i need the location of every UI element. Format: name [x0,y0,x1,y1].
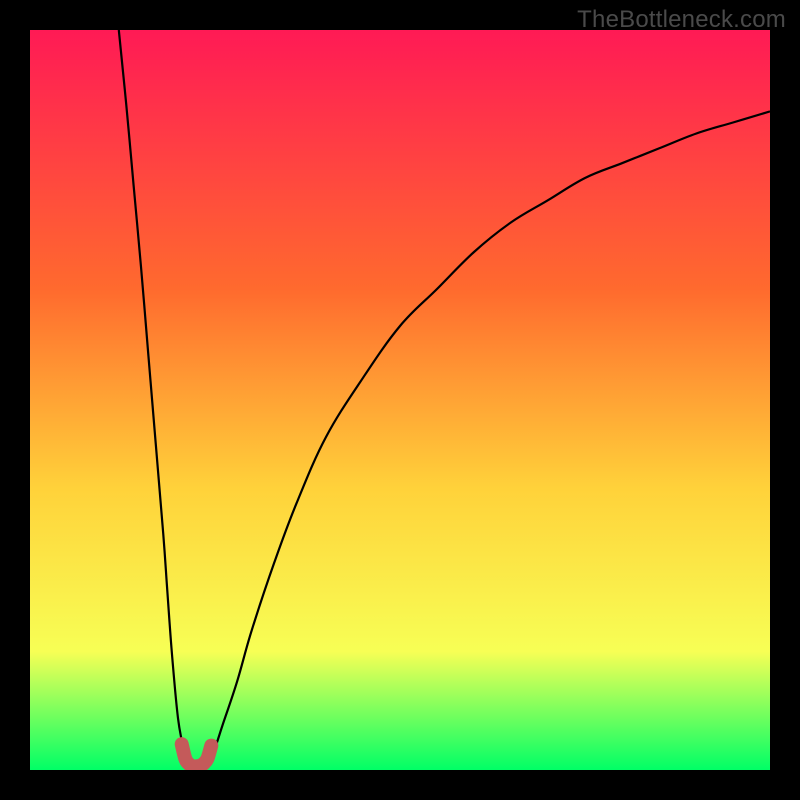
curve-layer [30,30,770,770]
vertex-marker [182,744,212,766]
curve-right-branch [208,111,770,762]
chart-frame: TheBottleneck.com [0,0,800,800]
curve-left-branch [119,30,189,763]
plot-area [30,30,770,770]
watermark-text: TheBottleneck.com [577,6,786,34]
